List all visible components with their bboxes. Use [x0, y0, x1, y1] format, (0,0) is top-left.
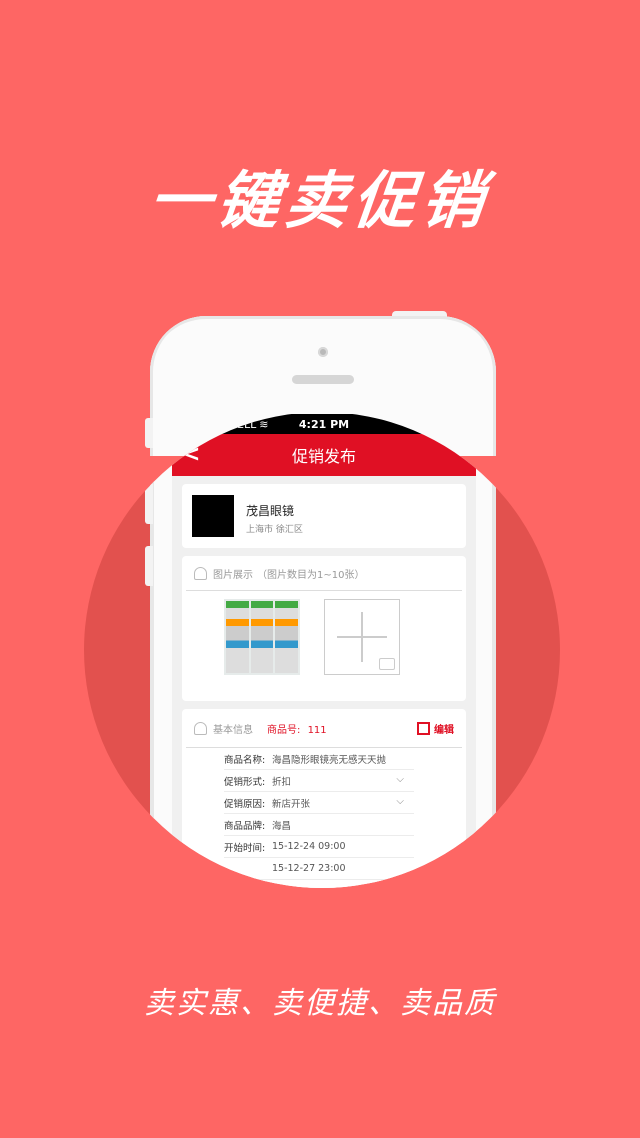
shop-logo — [192, 495, 234, 537]
user-icon — [194, 721, 207, 735]
camera-icon — [379, 658, 395, 670]
chevron-down-icon[interactable]: ⌵ — [396, 774, 404, 785]
product-number-value: 111 — [307, 724, 327, 736]
pictures-title: 图片展示 — [213, 569, 253, 581]
info-row-value: 15-12-24 09:00 — [272, 841, 346, 852]
shop-name: 茂昌眼镜 — [246, 504, 295, 518]
front-camera — [318, 347, 328, 357]
info-row: 开始时间: 15-12-24 09:00 — [224, 836, 414, 858]
info-row-key: 商品品牌: — [224, 820, 266, 832]
info-row-value: 折扣 — [272, 776, 292, 788]
shop-card[interactable]: 茂昌眼镜 上海市 徐汇区 — [182, 484, 466, 548]
info-header: 基本信息 商品号: 111 编辑 — [186, 709, 462, 748]
back-button[interactable]: < — [182, 442, 200, 467]
pictures-hint: （图片数目为1~10张） — [257, 569, 365, 581]
phone-screen: ●●○○○ BELL ≋ 4:21 PM ᛒ 22% < 促销发布 茂昌眼镜 上… — [172, 414, 476, 888]
info-title: 基本信息 — [213, 724, 253, 736]
info-rows: 商品名称: 海昌隐形眼镜亮无感天天抛 促销形式: 折扣 ⌵ 促销原因: 新店开张 ⌵ 商品品牌:… — [182, 748, 466, 880]
volume-up-button — [145, 484, 153, 524]
info-row: 商品品牌: 海昌 — [224, 814, 414, 836]
status-time: 4:21 PM — [298, 417, 350, 431]
product-number: 商品号: 111 — [267, 721, 327, 736]
picture-thumbnail[interactable] — [224, 599, 300, 675]
status-bar: ●●○○○ BELL ≋ 4:21 PM ᛒ 22% — [172, 414, 476, 434]
product-number-label: 商品号: — [267, 724, 301, 736]
info-row[interactable]: 促销原因: 新店开张 ⌵ — [224, 792, 414, 814]
edit-label: 编辑 — [434, 724, 454, 736]
info-row-value: 海昌 — [272, 820, 292, 832]
info-card: 基本信息 商品号: 111 编辑 商品名称: 海昌隐形眼镜亮无感天天抛 促销形式: 折… — [182, 709, 466, 888]
info-row-value: 新店开张 — [272, 798, 311, 810]
phone-clip: ●●○○○ BELL ≋ 4:21 PM ᛒ 22% < 促销发布 茂昌眼镜 上… — [84, 412, 560, 888]
shop-address: 上海市 徐汇区 — [246, 525, 303, 535]
info-row-key: 促销形式: — [224, 776, 266, 788]
pictures-card: 图片展示 （图片数目为1~10张） — [182, 556, 466, 701]
info-row[interactable]: 促销形式: 折扣 ⌵ — [224, 770, 414, 792]
battery-icon — [448, 418, 470, 430]
info-row-key: 商品名称: — [224, 754, 266, 766]
volume-down-button — [145, 546, 153, 586]
info-row: 商品名称: 海昌隐形眼镜亮无感天天抛 — [224, 748, 414, 770]
info-row: 15-12-27 23:00 — [224, 858, 414, 880]
add-picture-button[interactable] — [324, 599, 400, 675]
plus-icon-vertical — [361, 612, 363, 662]
speaker — [292, 375, 354, 384]
edit-button[interactable]: 编辑 — [417, 721, 454, 736]
info-row-key: 促销原因: — [224, 798, 266, 810]
info-row-value: 15-12-27 23:00 — [272, 863, 346, 874]
user-icon — [194, 566, 207, 580]
tagline: 卖实惠、卖便捷、卖品质 — [144, 986, 496, 1021]
info-row-key: 开始时间: — [224, 842, 266, 854]
info-row-value: 海昌隐形眼镜亮无感天天抛 — [272, 754, 387, 766]
pictures-header: 图片展示 （图片数目为1~10张） — [186, 556, 462, 591]
page-title: 促销发布 — [291, 447, 356, 466]
chevron-down-icon[interactable]: ⌵ — [396, 796, 404, 807]
edit-icon — [417, 721, 430, 735]
nav-bar: < 促销发布 — [172, 434, 476, 476]
phone-top — [0, 0, 640, 480]
pictures-area — [182, 591, 466, 701]
